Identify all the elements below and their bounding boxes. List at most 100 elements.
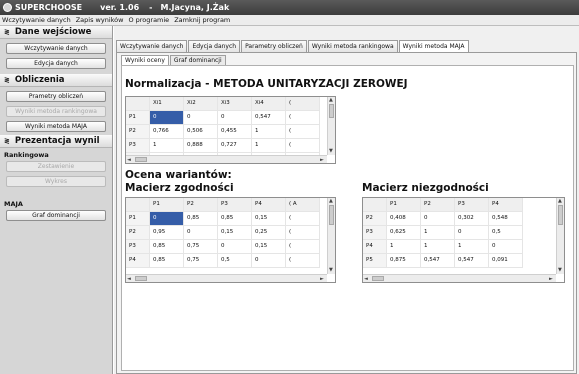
table-row[interactable]: P3 0,85 0,75 0 0,15( [126,240,320,254]
table-cell[interactable]: 0,75 [184,254,218,268]
scroll-up-icon[interactable]: ▲ [329,97,333,103]
menu-close[interactable]: Zamknij program [174,16,230,24]
edit-data-button[interactable]: Edycja danych [6,58,106,69]
table-row[interactable]: P1 0 0,85 0,85 0,15( [126,212,320,226]
normalization-grid[interactable]: Xi1 Xi2 Xi3 Xi4(P1 0 0 0 0,547(P2 0,766 0,506 0,45… [125,96,336,164]
table-cell[interactable]: 0 [218,240,252,254]
concordance-grid[interactable]: P1 P2 P3 P4( A P1 0 0,85 0,85 0,15(P2 0,95 0 0,15 0,… [125,197,336,283]
table-row[interactable]: P2 0,408 0 0,302 0,548 [363,212,523,226]
table-row[interactable]: P5 0,875 0,547 0,547 0,091 [363,254,523,268]
column-header[interactable]: P2 [184,198,218,212]
scroll-left-icon[interactable]: ◄ [127,157,131,163]
table-cell[interactable]: 0,15 [252,240,286,254]
column-header[interactable]: P1 [387,198,421,212]
column-header[interactable]: Xi3 [218,97,252,111]
column-header[interactable]: ( [286,97,320,111]
table-cell[interactable]: 1 [421,226,455,240]
scroll-down-icon[interactable]: ▼ [558,267,562,273]
table-cell[interactable]: 0,85 [150,254,184,268]
table-cell[interactable]: 0,15 [252,212,286,226]
column-header[interactable]: P4 [489,198,523,212]
scroll-thumb[interactable] [135,276,147,281]
table-cell[interactable]: 0 [150,111,184,125]
tab-load-data[interactable]: Wczytywanie danych [116,40,188,52]
table-cell[interactable]: 0,85 [218,212,252,226]
row-header[interactable]: P1 [126,111,150,125]
table-cell[interactable]: ( [286,254,320,268]
chart-button[interactable]: Wykres [6,176,106,187]
table-cell[interactable]: 0,95 [150,226,184,240]
summary-button[interactable]: Zestawienie [6,161,106,172]
row-header[interactable]: P2 [126,125,150,139]
table-cell[interactable]: 0,5 [489,226,523,240]
table-cell[interactable]: 0,547 [421,254,455,268]
table-cell[interactable]: 0 [252,254,286,268]
table-cell[interactable]: 0,727 [218,139,252,153]
table-cell[interactable]: ( [286,240,320,254]
dominance-graph-button[interactable]: Graf dominancji [6,210,106,221]
scroll-right-icon[interactable]: ► [320,157,324,163]
row-header[interactable]: P3 [126,139,150,153]
table-cell[interactable]: 0,506 [184,125,218,139]
table-row[interactable]: P2 0,766 0,506 0,455 1( [126,125,320,139]
scroll-down-icon[interactable]: ▼ [329,267,333,273]
table-cell[interactable]: 1 [387,240,421,254]
table-cell[interactable]: 0 [455,226,489,240]
column-header[interactable]: P1 [150,198,184,212]
menu-about[interactable]: O programie [128,16,169,24]
table-cell[interactable]: ( [286,139,320,153]
scroll-right-icon[interactable]: ► [549,276,553,282]
column-header[interactable]: P2 [421,198,455,212]
scroll-up-icon[interactable]: ▲ [329,198,333,204]
table-row[interactable]: P4 1 1 1 0 [363,240,523,254]
tab-ranking-results[interactable]: Wyniki metoda rankingowa [307,40,398,52]
vertical-scrollbar[interactable]: ▲ ▼ [327,97,335,155]
row-header[interactable]: P2 [126,226,150,240]
horizontal-scrollbar[interactable]: ◄ ► [363,274,556,282]
scroll-thumb[interactable] [329,104,334,118]
table-cell[interactable]: 0 [489,240,523,254]
tab-calc-params[interactable]: Parametry obliczeń [241,40,307,52]
table-row[interactable]: P2 0,95 0 0,15 0,25( [126,226,320,240]
scroll-thumb[interactable] [558,205,563,225]
table-cell[interactable]: ( [286,212,320,226]
table-cell[interactable]: 0,15 [218,226,252,240]
table-cell[interactable]: 0 [218,111,252,125]
tab-maja-results[interactable]: Wyniki metoda MAJA [398,40,469,52]
menu-load-data[interactable]: Wczytywanie danych [2,16,71,24]
column-header[interactable]: Xi2 [184,97,218,111]
column-header[interactable]: ( A [286,198,320,212]
column-header[interactable] [363,198,387,212]
table-cell[interactable]: 0,625 [387,226,421,240]
section-results-header[interactable]: ≷ Prezentacja wynil [0,135,112,148]
table-cell[interactable]: 0,85 [184,212,218,226]
table-cell[interactable]: 1 [150,139,184,153]
row-header[interactable]: P4 [126,254,150,268]
table-cell[interactable]: 0 [184,226,218,240]
table-cell[interactable]: 0,408 [387,212,421,226]
scroll-left-icon[interactable]: ◄ [364,276,368,282]
column-header[interactable]: Xi4 [252,97,286,111]
column-header[interactable]: P3 [218,198,252,212]
scroll-up-icon[interactable]: ▲ [558,198,562,204]
maja-results-button[interactable]: Wyniki metoda MAJA [6,121,106,132]
section-calc-header[interactable]: ≷ Obliczenia [0,74,112,87]
subtab-results[interactable]: Wyniki oceny [121,55,169,65]
column-header[interactable] [126,198,150,212]
scroll-left-icon[interactable]: ◄ [127,276,131,282]
scroll-right-icon[interactable]: ► [320,276,324,282]
row-header[interactable]: P3 [126,240,150,254]
table-cell[interactable]: 0,455 [218,125,252,139]
table-cell[interactable]: 0,25 [252,226,286,240]
table-cell[interactable]: 0,547 [455,254,489,268]
table-cell[interactable]: 0,5 [218,254,252,268]
row-header[interactable]: P4 [363,240,387,254]
table-row[interactable]: P4 0,85 0,75 0,5 0( [126,254,320,268]
table-cell[interactable]: 0,091 [489,254,523,268]
column-header[interactable] [126,97,150,111]
table-cell[interactable]: 1 [252,125,286,139]
ranking-results-button[interactable]: Wyniki metoda rankingowa [6,106,106,117]
table-cell[interactable]: 0,302 [455,212,489,226]
table-row[interactable]: P3 1 0,888 0,727 1( [126,139,320,153]
column-header[interactable]: Xi1 [150,97,184,111]
